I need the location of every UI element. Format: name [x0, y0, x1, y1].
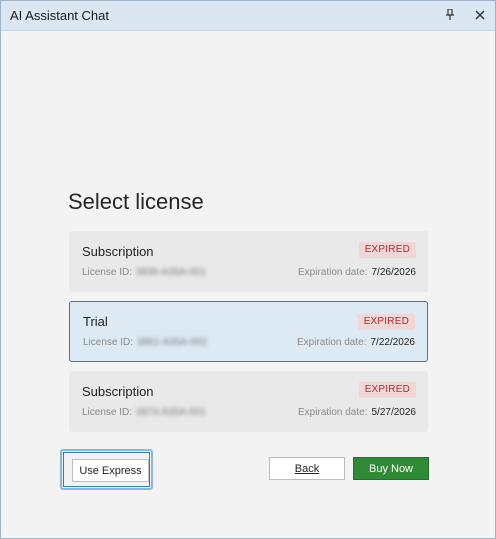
license-card-3[interactable]: Subscription EXPIRED License ID: 3874-A35…	[69, 371, 428, 432]
back-button-label: Back	[294, 462, 320, 475]
pin-icon[interactable]	[442, 7, 458, 23]
page-title: Select license	[68, 189, 204, 214]
license-id-label: License ID:	[83, 337, 134, 348]
use-express-focus-ring: Use Express	[60, 449, 153, 490]
dialog-window: AI Assistant Chat Select license Subscri…	[0, 0, 496, 539]
license-type: Trial	[83, 314, 108, 329]
license-id: License ID: 3861-A35A-002	[83, 337, 207, 348]
license-id-value: 3861-A35A-002	[137, 337, 208, 348]
license-type: Subscription	[82, 244, 154, 259]
use-express-button[interactable]: Use Express	[72, 459, 149, 482]
expiration-date: 7/22/2026	[370, 337, 416, 348]
license-id-label: License ID:	[82, 267, 133, 278]
license-id: License ID: 3874-A35A-001	[82, 407, 206, 418]
back-button[interactable]: Back	[269, 457, 345, 480]
expiration-date: 7/26/2026	[371, 267, 417, 278]
expiration-label: Expiration date:	[298, 267, 368, 278]
status-badge: EXPIRED	[358, 242, 416, 258]
buy-now-button[interactable]: Buy Now	[353, 457, 429, 480]
close-icon[interactable]	[472, 7, 488, 23]
license-type: Subscription	[82, 384, 154, 399]
window-title: AI Assistant Chat	[10, 8, 109, 23]
license-card-1[interactable]: Subscription EXPIRED License ID: 3836-A35…	[69, 231, 428, 292]
license-id-value: 3874-A35A-001	[136, 407, 207, 418]
expiration: Expiration date: 5/27/2026	[298, 407, 416, 418]
expiration: Expiration date: 7/22/2026	[297, 337, 415, 348]
status-badge: EXPIRED	[357, 314, 415, 330]
status-badge: EXPIRED	[358, 382, 416, 398]
expiration: Expiration date: 7/26/2026	[298, 267, 416, 278]
use-express-frame: Use Express	[63, 452, 150, 487]
license-id: License ID: 3836-A35A-001	[82, 267, 206, 278]
expiration-label: Expiration date:	[298, 407, 368, 418]
license-id-value: 3836-A35A-001	[136, 267, 207, 278]
license-id-label: License ID:	[82, 407, 133, 418]
expiration-date: 5/27/2026	[371, 407, 417, 418]
license-card-2[interactable]: Trial EXPIRED License ID: 3861-A35A-002 E…	[69, 301, 428, 362]
expiration-label: Expiration date:	[297, 337, 367, 348]
title-bar: AI Assistant Chat	[1, 1, 495, 31]
